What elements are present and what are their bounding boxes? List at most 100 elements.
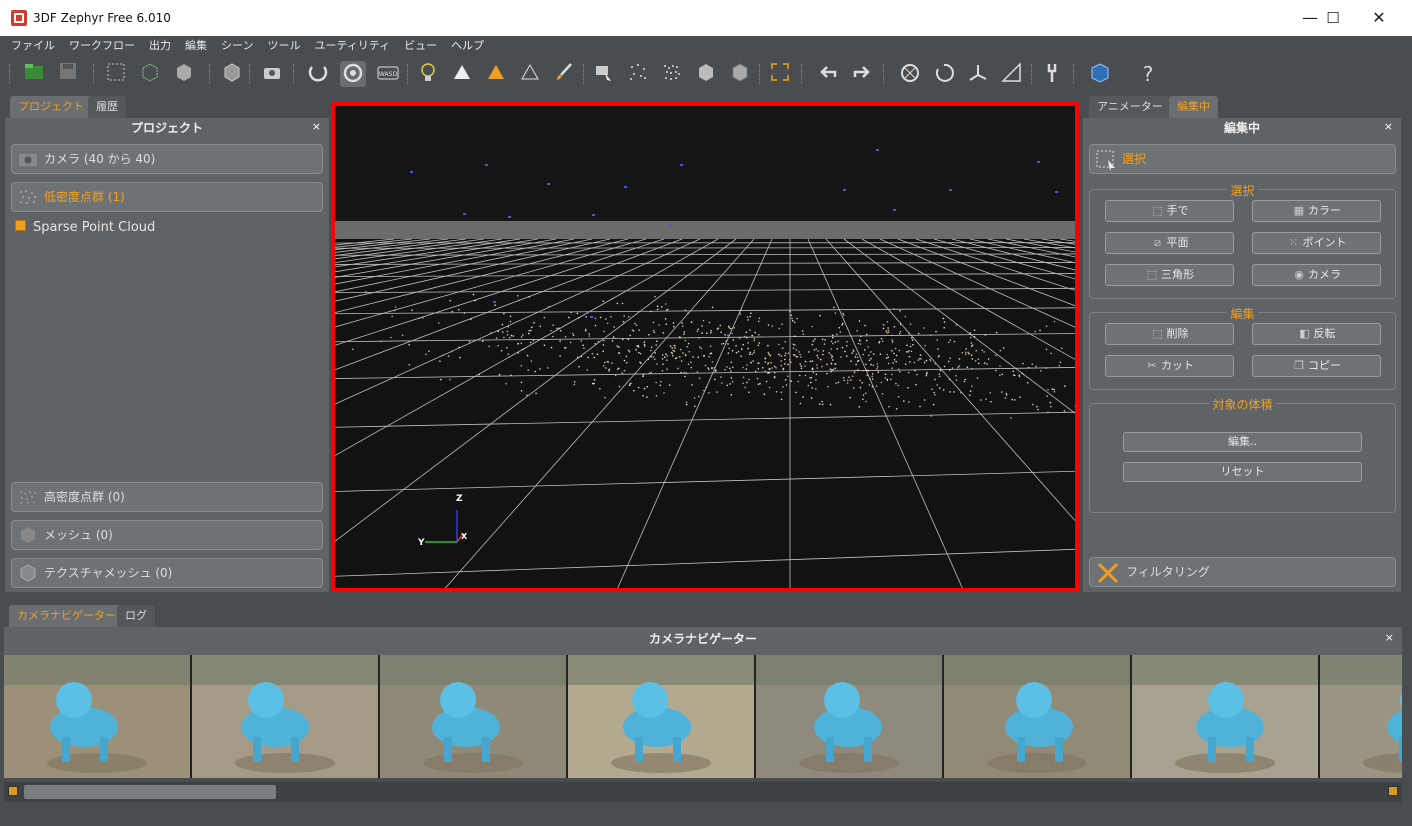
rotate-icon[interactable] — [305, 61, 331, 87]
select-cameras-button[interactable]: ◉ カメラ — [1252, 264, 1381, 286]
tab-animator[interactable]: アニメーター — [1089, 96, 1171, 118]
brush-icon[interactable] — [551, 61, 577, 87]
camera-thumbnail[interactable] — [380, 655, 566, 778]
points-icon[interactable] — [625, 61, 651, 87]
wasd-icon[interactable]: WASD — [375, 61, 401, 87]
solid-cube-icon[interactable] — [693, 61, 719, 87]
bounding-box-icon[interactable] — [137, 61, 163, 87]
select-by-hand-button[interactable]: ⬚ 手で — [1105, 200, 1234, 222]
maximize-button[interactable]: ☐ — [1310, 0, 1356, 36]
project-panel: プロジェクト × カメラ (40 から 40) 低密度点群 (1) Sparse… — [5, 118, 329, 592]
cameras-button[interactable]: カメラ (40 から 40) — [11, 144, 323, 174]
reset-rotation-icon[interactable] — [931, 61, 957, 87]
light-bulb-icon[interactable] — [415, 61, 441, 87]
dense-cloud-button[interactable]: 高密度点群 (0) — [11, 482, 323, 512]
window-title: 3DF Zephyr Free 6.010 — [33, 11, 171, 25]
filtering-button[interactable]: フィルタリング — [1089, 557, 1396, 587]
redo-icon[interactable] — [849, 61, 875, 87]
camera-thumbnail[interactable] — [1320, 655, 1402, 778]
axis-y-label: Y — [418, 538, 425, 548]
zephyr-logo-icon[interactable] — [1087, 61, 1113, 87]
tab-editing[interactable]: 編集中 — [1169, 96, 1218, 118]
tree-item-sparse-point-cloud[interactable]: Sparse Point Cloud — [15, 220, 155, 235]
camera-thumbnail[interactable] — [192, 655, 378, 778]
menu-bar: ファイル ワークフロー 出力 編集 シーン ツール ユーティリティ ビュー ヘルプ — [0, 36, 1412, 56]
sparse-cloud-button[interactable]: 低密度点群 (1) — [11, 182, 323, 212]
tab-camera-navigator[interactable]: カメラナビゲーター — [9, 605, 124, 627]
toolbar: WASD ? — [0, 56, 1412, 90]
orbit-icon[interactable] — [340, 61, 366, 87]
editing-panel: 編集中 × 選択 選択 ⬚ 手で ▦ カラー ⧄ 平面 ⁙ ポイント ⬚ 三角形 ◉ カメラ… — [1083, 118, 1401, 592]
fit-view-icon[interactable] — [767, 61, 793, 87]
menu-tools[interactable]: ツール — [260, 36, 307, 56]
wrench-icon[interactable] — [1039, 61, 1065, 87]
textured-cube-icon[interactable] — [727, 61, 753, 87]
cut-button[interactable]: ✂ カット — [1105, 355, 1234, 377]
mesh-cube-icon[interactable] — [219, 61, 245, 87]
triangle-orange-icon[interactable] — [483, 61, 509, 87]
menu-edit[interactable]: 編集 — [178, 36, 214, 56]
volume-group: 対象の体積 編集.. リセット — [1089, 398, 1396, 513]
scrollbar-thumb[interactable] — [24, 785, 276, 799]
select-points-button[interactable]: ⁙ ポイント — [1252, 232, 1381, 254]
camera-thumbnail[interactable] — [756, 655, 942, 778]
camera-thumbnail[interactable] — [1132, 655, 1318, 778]
help-icon[interactable]: ? — [1135, 61, 1161, 87]
camera-navigator-close-icon[interactable]: × — [1385, 631, 1394, 644]
tab-history[interactable]: 履歴 — [88, 96, 126, 118]
bottom-tabs: カメラナビゲーター ログ — [9, 605, 309, 627]
delete-icon: ⬚ — [1152, 327, 1163, 340]
editing-panel-close-icon[interactable]: × — [1384, 120, 1393, 133]
menu-help[interactable]: ヘルプ — [444, 36, 491, 56]
tab-project[interactable]: プロジェクト — [10, 96, 92, 118]
new-project-icon[interactable] — [21, 61, 47, 87]
cube-icon[interactable] — [171, 61, 197, 87]
scroll-left-marker[interactable] — [8, 786, 18, 796]
right-tabs: アニメーター 編集中 — [1089, 96, 1409, 118]
plane-select-icon: ⧄ — [1154, 236, 1161, 249]
menu-utilities[interactable]: ユーティリティ — [307, 36, 397, 56]
copy-button[interactable]: ❐ コピー — [1252, 355, 1381, 377]
menu-workflow[interactable]: ワークフロー — [62, 36, 142, 56]
close-button[interactable]: ✕ — [1356, 0, 1402, 36]
selection-button[interactable]: 選択 — [1089, 144, 1396, 174]
textured-cube-icon — [18, 564, 38, 582]
select-triangles-button[interactable]: ⬚ 三角形 — [1105, 264, 1234, 286]
mesh-button[interactable]: メッシュ (0) — [11, 520, 323, 550]
measure-icon[interactable] — [999, 61, 1025, 87]
select-group-label: 選択 — [1227, 184, 1258, 198]
select-region-icon[interactable] — [103, 61, 129, 87]
textured-mesh-button[interactable]: テクスチャメッシュ (0) — [11, 558, 323, 588]
menu-export[interactable]: 出力 — [142, 36, 178, 56]
menu-scene[interactable]: シーン — [214, 36, 260, 56]
volume-edit-button[interactable]: 編集.. — [1123, 432, 1362, 452]
orientation-icon[interactable] — [897, 61, 923, 87]
editing-panel-title: 編集中 — [1223, 121, 1260, 135]
camera-thumbnail[interactable] — [944, 655, 1130, 778]
volume-reset-button[interactable]: リセット — [1123, 462, 1362, 482]
select-by-plane-button[interactable]: ⧄ 平面 — [1105, 232, 1234, 254]
select-by-color-button[interactable]: ▦ カラー — [1252, 200, 1381, 222]
camera-icon[interactable] — [259, 61, 285, 87]
project-panel-close-icon[interactable]: × — [312, 120, 321, 133]
save-icon[interactable] — [55, 61, 81, 87]
tab-log[interactable]: ログ — [117, 605, 155, 627]
gizmo-icon[interactable] — [965, 61, 991, 87]
triangle-white-icon[interactable] — [449, 61, 475, 87]
undo-icon[interactable] — [815, 61, 841, 87]
menu-file[interactable]: ファイル — [0, 36, 62, 56]
3d-viewport[interactable]: Z Y X — [331, 102, 1079, 592]
dense-points-icon[interactable] — [659, 61, 685, 87]
triangle-outline-icon[interactable] — [517, 61, 543, 87]
camera-select-icon[interactable] — [591, 61, 617, 87]
scroll-right-marker[interactable] — [1388, 786, 1398, 796]
menu-view[interactable]: ビュー — [397, 36, 444, 56]
textured-mesh-label: テクスチャメッシュ (0) — [44, 566, 173, 580]
camera-thumbnail[interactable] — [568, 655, 754, 778]
thumbnail-scrollbar[interactable] — [4, 782, 1402, 802]
cut-icon: ✂ — [1147, 359, 1157, 372]
invert-button[interactable]: ◧ 反転 — [1252, 323, 1381, 345]
delete-button[interactable]: ⬚ 削除 — [1105, 323, 1234, 345]
camera-thumbnail[interactable] — [4, 655, 190, 778]
app-window: 3DF Zephyr Free 6.010 — ☐ ✕ ファイル ワークフロー 出力… — [0, 0, 1412, 826]
